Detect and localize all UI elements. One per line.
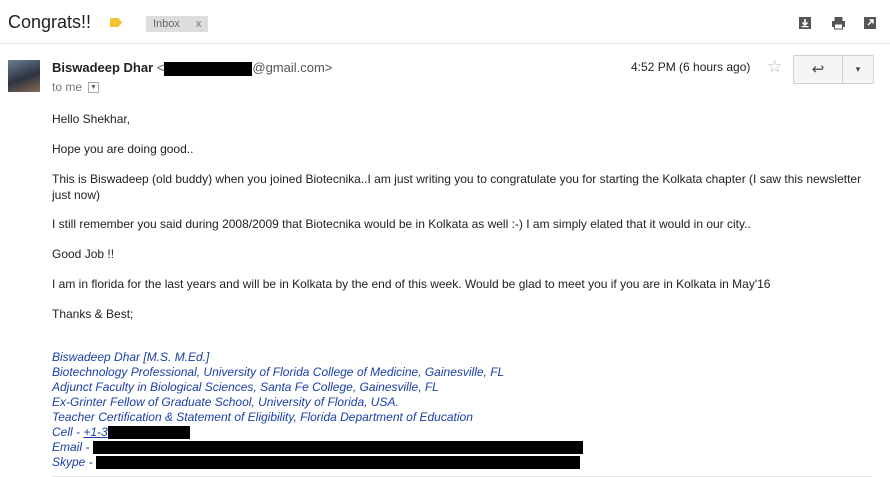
signature-name: Biswadeep Dhar [M.S. M.Ed.] (52, 350, 210, 364)
skype-label: Skype - (52, 455, 97, 469)
header-divider (0, 43, 890, 44)
email-subject: Congrats!! (8, 12, 92, 32)
signature-cell: Cell - +1-3 (52, 425, 583, 440)
redacted-phone (107, 426, 190, 440)
open-in-new-window-icon[interactable] (862, 16, 878, 32)
body-greeting: Hello Shekhar, (52, 112, 131, 126)
redacted-skype (96, 456, 581, 470)
recipient-line: to me ▼ (52, 80, 100, 94)
cell-phone-link[interactable]: +1-3 (83, 425, 107, 439)
redacted-email (164, 61, 253, 76)
chevron-down-icon: ▾ (855, 64, 861, 74)
remove-label-button[interactable]: x (196, 18, 202, 30)
body-paragraph-4: Good Job !! (52, 247, 115, 261)
body-paragraph-3: I still remember you said during 2008/20… (52, 217, 751, 231)
email-signature: Biswadeep Dhar [M.S. M.Ed.] Biotechnolog… (52, 350, 583, 470)
recipient-text: to me (52, 80, 83, 94)
sender-line: Biswadeep Dhar < @gmail.com> (52, 60, 332, 76)
cell-label: Cell - (52, 425, 84, 439)
body-paragraph-5: I am in florida for the last years and w… (52, 277, 771, 291)
sender-address-open: < (156, 60, 165, 75)
sender-avatar[interactable] (8, 60, 40, 92)
download-icon[interactable] (797, 16, 813, 32)
show-details-dropdown-icon[interactable]: ▼ (88, 82, 100, 94)
sender-address-domain: @gmail.com> (252, 60, 333, 75)
inbox-label-text: Inbox (153, 18, 180, 30)
reply-icon: ↩ (811, 61, 825, 78)
reply-button[interactable]: ↩ (793, 55, 843, 84)
body-paragraph-2: This is Biswadeep (old buddy) when you j… (52, 172, 862, 202)
signature-title-3: Ex-Grinter Fellow of Graduate School, Un… (52, 395, 399, 409)
importance-marker-icon[interactable] (110, 18, 122, 27)
redacted-email-links (92, 441, 583, 455)
email-timestamp: 4:52 PM (6 hours ago) (631, 60, 751, 74)
body-signoff: Thanks & Best; (52, 307, 134, 321)
email-label: Email - (52, 440, 93, 454)
signature-email: Email - (52, 440, 583, 455)
signature-skype: Skype - (52, 455, 583, 470)
body-paragraph-1: Hope you are doing good.. (52, 142, 194, 156)
signature-title-4: Teacher Certification & Statement of Eli… (52, 410, 473, 424)
signature-title-1: Biotechnology Professional, University o… (52, 365, 505, 379)
signature-title-2: Adjunct Faculty in Biological Sciences, … (52, 380, 439, 394)
print-icon[interactable] (830, 16, 846, 32)
inbox-label-chip[interactable]: Inbox x (146, 16, 209, 32)
more-actions-button[interactable]: ▾ (842, 55, 874, 84)
sender-name[interactable]: Biswadeep Dhar (52, 60, 153, 75)
star-icon[interactable]: ☆ (767, 57, 782, 77)
